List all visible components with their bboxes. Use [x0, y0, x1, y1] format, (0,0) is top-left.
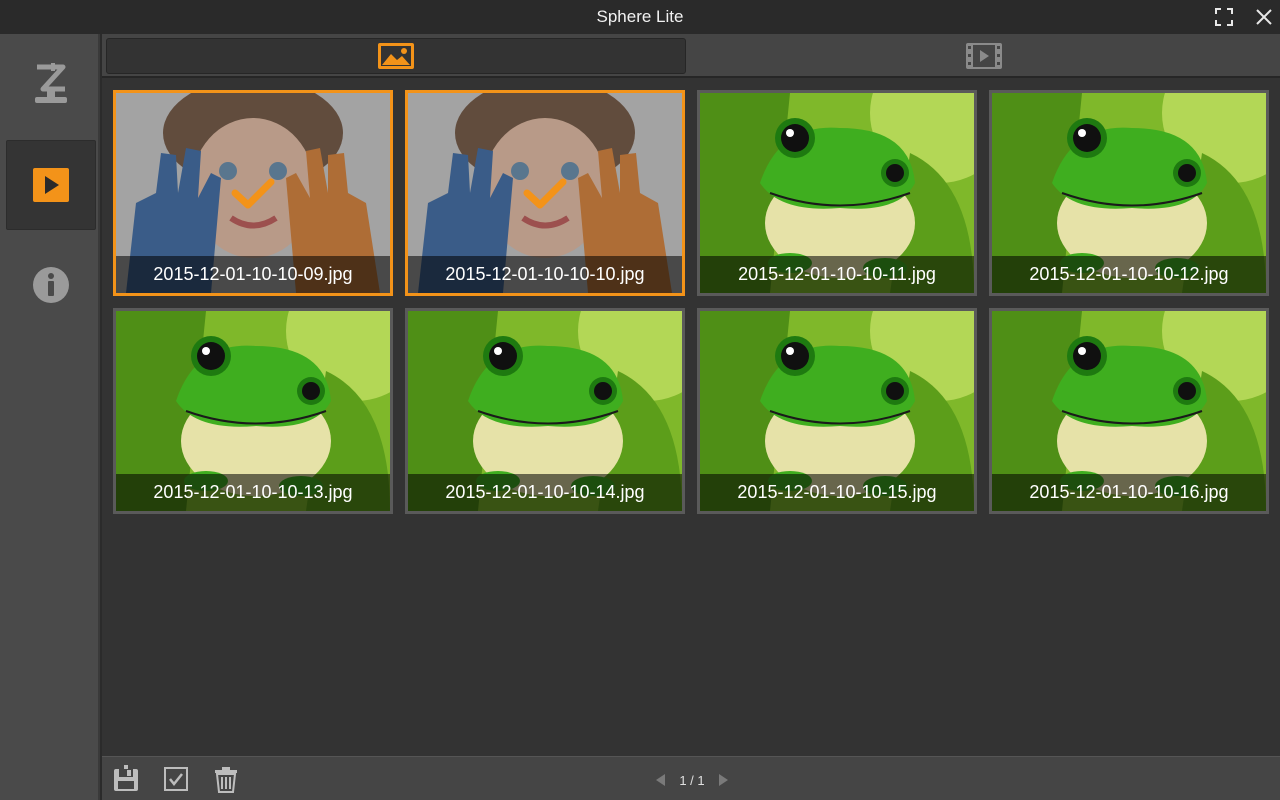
- check-icon: [523, 178, 567, 209]
- photo-thumbnail[interactable]: 2015-12-01-10-10-12.jpg: [989, 90, 1269, 296]
- photo-filename: 2015-12-01-10-10-12.jpg: [992, 256, 1266, 293]
- photo-filename: 2015-12-01-10-10-16.jpg: [992, 474, 1266, 511]
- window-title: Sphere Lite: [596, 7, 684, 26]
- photo-thumbnail[interactable]: 2015-12-01-10-10-14.jpg: [405, 308, 685, 514]
- select-all-icon: [164, 767, 188, 791]
- info-icon: [33, 267, 69, 303]
- save-icon: [114, 765, 138, 791]
- select-all-button[interactable]: [162, 765, 190, 793]
- photo-thumbnail[interactable]: 2015-12-01-10-10-15.jpg: [697, 308, 977, 514]
- photo-thumbnail[interactable]: 2015-12-01-10-10-11.jpg: [697, 90, 977, 296]
- photo-thumbnail[interactable]: 2015-12-01-10-10-09.jpg: [113, 90, 393, 296]
- sidebar-item-device[interactable]: [6, 40, 96, 130]
- fullscreen-icon: [1215, 8, 1233, 26]
- trash-icon: [215, 767, 237, 793]
- close-icon: [1256, 9, 1272, 25]
- photo-filename: 2015-12-01-10-10-15.jpg: [700, 474, 974, 511]
- z-stand-icon: [35, 63, 67, 103]
- image-icon: [378, 43, 414, 69]
- photo-filename: 2015-12-01-10-10-13.jpg: [116, 474, 390, 511]
- close-button[interactable]: [1253, 6, 1275, 28]
- page-indicator: 1 / 1: [679, 772, 705, 788]
- gallery: 2015-12-01-10-10-09.jpg 2015-12-01-10-10…: [102, 78, 1280, 756]
- photo-thumbnail[interactable]: 2015-12-01-10-10-13.jpg: [113, 308, 393, 514]
- fullscreen-button[interactable]: [1213, 6, 1235, 28]
- tab-videos[interactable]: [692, 38, 1276, 74]
- title-bar: Sphere Lite: [0, 0, 1280, 34]
- save-button[interactable]: [112, 765, 140, 793]
- bottom-toolbar: 1 / 1: [102, 756, 1280, 800]
- photo-thumbnail[interactable]: 2015-12-01-10-10-10.jpg: [405, 90, 685, 296]
- sidebar-item-info[interactable]: [6, 240, 96, 330]
- photo-thumbnail[interactable]: 2015-12-01-10-10-16.jpg: [989, 308, 1269, 514]
- media-type-tabs: [102, 34, 1280, 78]
- delete-button[interactable]: [212, 765, 240, 793]
- check-icon: [231, 178, 275, 209]
- photo-filename: 2015-12-01-10-10-10.jpg: [408, 256, 682, 293]
- sidebar-item-playback[interactable]: [6, 140, 96, 230]
- pager: 1 / 1: [642, 771, 742, 789]
- next-page-button[interactable]: [718, 774, 728, 786]
- tab-photos[interactable]: [106, 38, 686, 74]
- film-icon: [966, 43, 1002, 69]
- prev-page-button[interactable]: [656, 774, 666, 786]
- play-icon: [33, 168, 69, 202]
- photo-filename: 2015-12-01-10-10-14.jpg: [408, 474, 682, 511]
- sidebar: [0, 34, 100, 800]
- photo-filename: 2015-12-01-10-10-09.jpg: [116, 256, 390, 293]
- photo-filename: 2015-12-01-10-10-11.jpg: [700, 256, 974, 293]
